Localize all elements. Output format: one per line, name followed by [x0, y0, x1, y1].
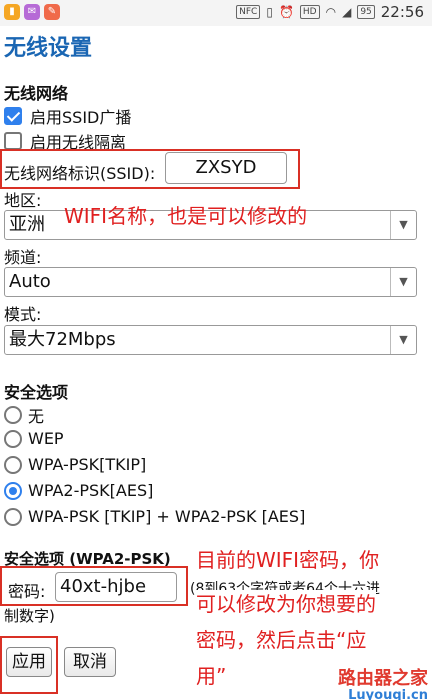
clock: 22:56	[380, 3, 424, 21]
radio-button[interactable]	[4, 406, 22, 424]
wifi-icon: ◠	[325, 5, 337, 19]
hd-icon: HD	[299, 5, 320, 19]
chevron-down-icon: ▼	[390, 268, 416, 296]
radio-button[interactable]	[4, 429, 22, 448]
nfc-icon: NFC	[236, 5, 261, 19]
password-input[interactable]: 40xt-hjbe	[55, 572, 177, 602]
vibrate-icon: ▯	[266, 5, 273, 19]
page-title: 无线设置	[4, 36, 93, 61]
radio-button-selected[interactable]	[4, 481, 22, 500]
security-option-mixed[interactable]: WPA-PSK [TKIP] + WPA2-PSK [AES]	[4, 507, 305, 526]
security-option-label: WPA2-PSK[AES]	[28, 481, 154, 500]
password-hint-line2: 制数字)	[4, 607, 55, 625]
security-section-title: 安全选项	[4, 383, 69, 402]
battery-icon: 95	[357, 5, 375, 19]
app-notification-icon: ▮	[4, 4, 20, 20]
system-icons: NFC ▯ ⏰ HD ◠ ◢ 95 22:56	[236, 3, 424, 21]
chevron-down-icon: ▼	[390, 326, 416, 354]
security-option-wep[interactable]: WEP	[4, 429, 64, 448]
password-annotation-2: 可以修改为你想要的	[196, 590, 376, 618]
security-option-label: WPA-PSK [TKIP] + WPA2-PSK [AES]	[28, 507, 306, 526]
security-option-label: WPA-PSK[TKIP]	[28, 455, 147, 474]
signal-icon: ◢	[342, 5, 352, 19]
ssid-input[interactable]: ZXSYD	[165, 152, 287, 184]
mode-value: 最大72Mbps	[9, 329, 116, 350]
watermark-logo: 路由器之家 Luyouqi.cn	[338, 664, 428, 700]
alarm-icon: ⏰	[278, 5, 294, 19]
app-notification-icon: ✎	[44, 4, 60, 20]
radio-button[interactable]	[4, 507, 22, 526]
chevron-down-icon: ▼	[390, 211, 416, 239]
apply-button[interactable]: 应用	[6, 647, 52, 677]
ssid-broadcast-checkbox[interactable]	[4, 107, 22, 125]
watermark-cn: 路由器之家	[338, 668, 428, 689]
security-option-label: 无	[28, 407, 45, 426]
channel-value: Auto	[9, 271, 51, 292]
password-label: 密码:	[8, 582, 46, 601]
security-option-wpa2-psk-aes[interactable]: WPA2-PSK[AES]	[4, 481, 153, 500]
ssid-annotation: WIFI名称，也是可以修改的	[64, 204, 308, 228]
channel-select[interactable]: Auto ▼	[4, 267, 417, 297]
wireless-section-title: 无线网络	[4, 84, 69, 103]
notification-icons: ▮ ✉ ✎	[4, 4, 60, 20]
security-option-wpa-psk-tkip[interactable]: WPA-PSK[TKIP]	[4, 455, 146, 474]
channel-label: 频道:	[4, 248, 42, 267]
mode-select[interactable]: 最大72Mbps ▼	[4, 325, 417, 355]
security-option-label: WEP	[28, 429, 64, 448]
status-bar: ▮ ✉ ✎ NFC ▯ ⏰ HD ◠ ◢ 95 22:56	[0, 0, 432, 26]
cancel-button[interactable]: 取消	[64, 647, 116, 677]
radio-button[interactable]	[4, 455, 22, 474]
region-value: 亚洲	[9, 214, 45, 235]
password-annotation-4: 用”	[196, 664, 227, 688]
ssid-broadcast-checkbox-row[interactable]: 启用SSID广播	[4, 104, 131, 128]
app-notification-icon: ✉	[24, 4, 40, 20]
watermark-en: Luyouqi.cn	[348, 688, 428, 700]
isolation-checkbox[interactable]	[4, 132, 22, 150]
password-annotation-3: 密码，然后点击“应	[196, 628, 367, 652]
ssid-broadcast-label: 启用SSID广播	[30, 108, 132, 127]
password-annotation-1: 目前的WIFI密码，你	[196, 546, 380, 574]
ssid-label: 无线网络标识(SSID):	[4, 164, 156, 183]
mode-label: 模式:	[4, 305, 42, 324]
region-label: 地区:	[4, 191, 42, 210]
security-option-none[interactable]: 无	[4, 403, 44, 427]
